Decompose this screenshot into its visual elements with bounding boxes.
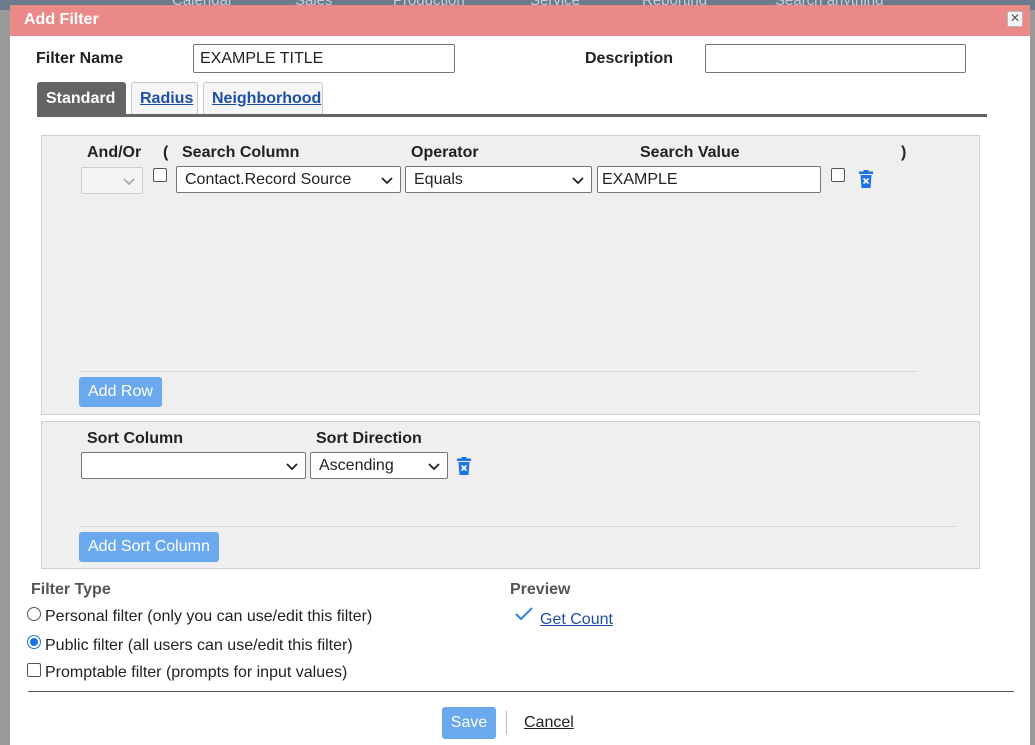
and-or-header: And/Or: [87, 144, 142, 161]
tab-neighborhood[interactable]: Neighborhood: [203, 82, 323, 115]
operator-select[interactable]: Equals: [405, 166, 592, 193]
chevron-down-icon: [381, 177, 393, 185]
sort-direction-value: Ascending: [319, 457, 394, 474]
get-count-link[interactable]: Get Count: [540, 611, 613, 629]
search-column-header: Search Column: [182, 144, 300, 161]
chevron-down-icon: [572, 177, 584, 185]
preview-label: Preview: [510, 581, 571, 598]
sort-column-select[interactable]: [81, 452, 306, 479]
open-paren-header: (: [163, 144, 169, 161]
operator-value: Equals: [414, 171, 463, 188]
and-or-select[interactable]: [81, 167, 143, 194]
public-filter-radio[interactable]: [27, 635, 41, 649]
trash-icon[interactable]: [859, 170, 873, 188]
chevron-down-icon: [286, 463, 298, 471]
search-column-value: Contact.Record Source: [185, 171, 352, 188]
personal-filter-radio[interactable]: [27, 607, 41, 621]
filter-name-label: Filter Name: [36, 50, 124, 67]
chevron-down-icon: [123, 178, 135, 186]
footer-divider: [28, 691, 1014, 692]
criteria-panel: And/Or ( Search Column Operator Search V…: [41, 135, 980, 415]
tab-radius[interactable]: Radius: [131, 82, 198, 115]
add-sort-column-button[interactable]: Add Sort Column: [79, 532, 219, 562]
dialog-title: Add Filter: [24, 11, 99, 28]
checkmark-icon: [515, 607, 533, 621]
dialog-title-bar: Add Filter ✕: [10, 5, 1030, 36]
personal-filter-label: Personal filter (only you can use/edit t…: [45, 608, 373, 625]
search-column-select[interactable]: Contact.Record Source: [176, 166, 401, 193]
sort-direction-select[interactable]: Ascending: [310, 452, 448, 479]
close-paren-header: ): [901, 144, 907, 161]
add-filter-dialog: Add Filter ✕ Filter Name Description Sta…: [10, 5, 1030, 745]
public-filter-label: Public filter (all users can use/edit th…: [45, 637, 353, 654]
sort-column-header: Sort Column: [87, 430, 183, 447]
criteria-divider: [79, 371, 917, 372]
promptable-filter-checkbox[interactable]: [27, 663, 41, 677]
chevron-down-icon: [428, 463, 440, 471]
sort-panel: Sort Column Sort Direction Ascending Add…: [41, 421, 980, 569]
search-value-header: Search Value: [640, 144, 740, 161]
promptable-filter-label: Promptable filter (prompts for input val…: [45, 664, 348, 681]
footer-separator: [506, 711, 507, 735]
description-input[interactable]: [705, 44, 966, 73]
add-row-button[interactable]: Add Row: [79, 377, 162, 407]
filter-type-label: Filter Type: [31, 581, 111, 598]
search-value-input[interactable]: [597, 166, 821, 193]
operator-header: Operator: [411, 144, 479, 161]
filter-name-input[interactable]: [193, 44, 455, 73]
close-icon[interactable]: ✕: [1007, 11, 1023, 27]
sort-divider: [79, 526, 957, 527]
description-label: Description: [585, 50, 674, 67]
sort-direction-header: Sort Direction: [316, 430, 422, 447]
tab-underline: [37, 114, 987, 117]
open-paren-checkbox[interactable]: [153, 168, 167, 182]
trash-icon[interactable]: [457, 457, 471, 475]
close-paren-checkbox[interactable]: [831, 168, 845, 182]
cancel-link[interactable]: Cancel: [524, 714, 574, 732]
save-button[interactable]: Save: [442, 707, 496, 739]
tab-standard[interactable]: Standard: [37, 82, 126, 115]
